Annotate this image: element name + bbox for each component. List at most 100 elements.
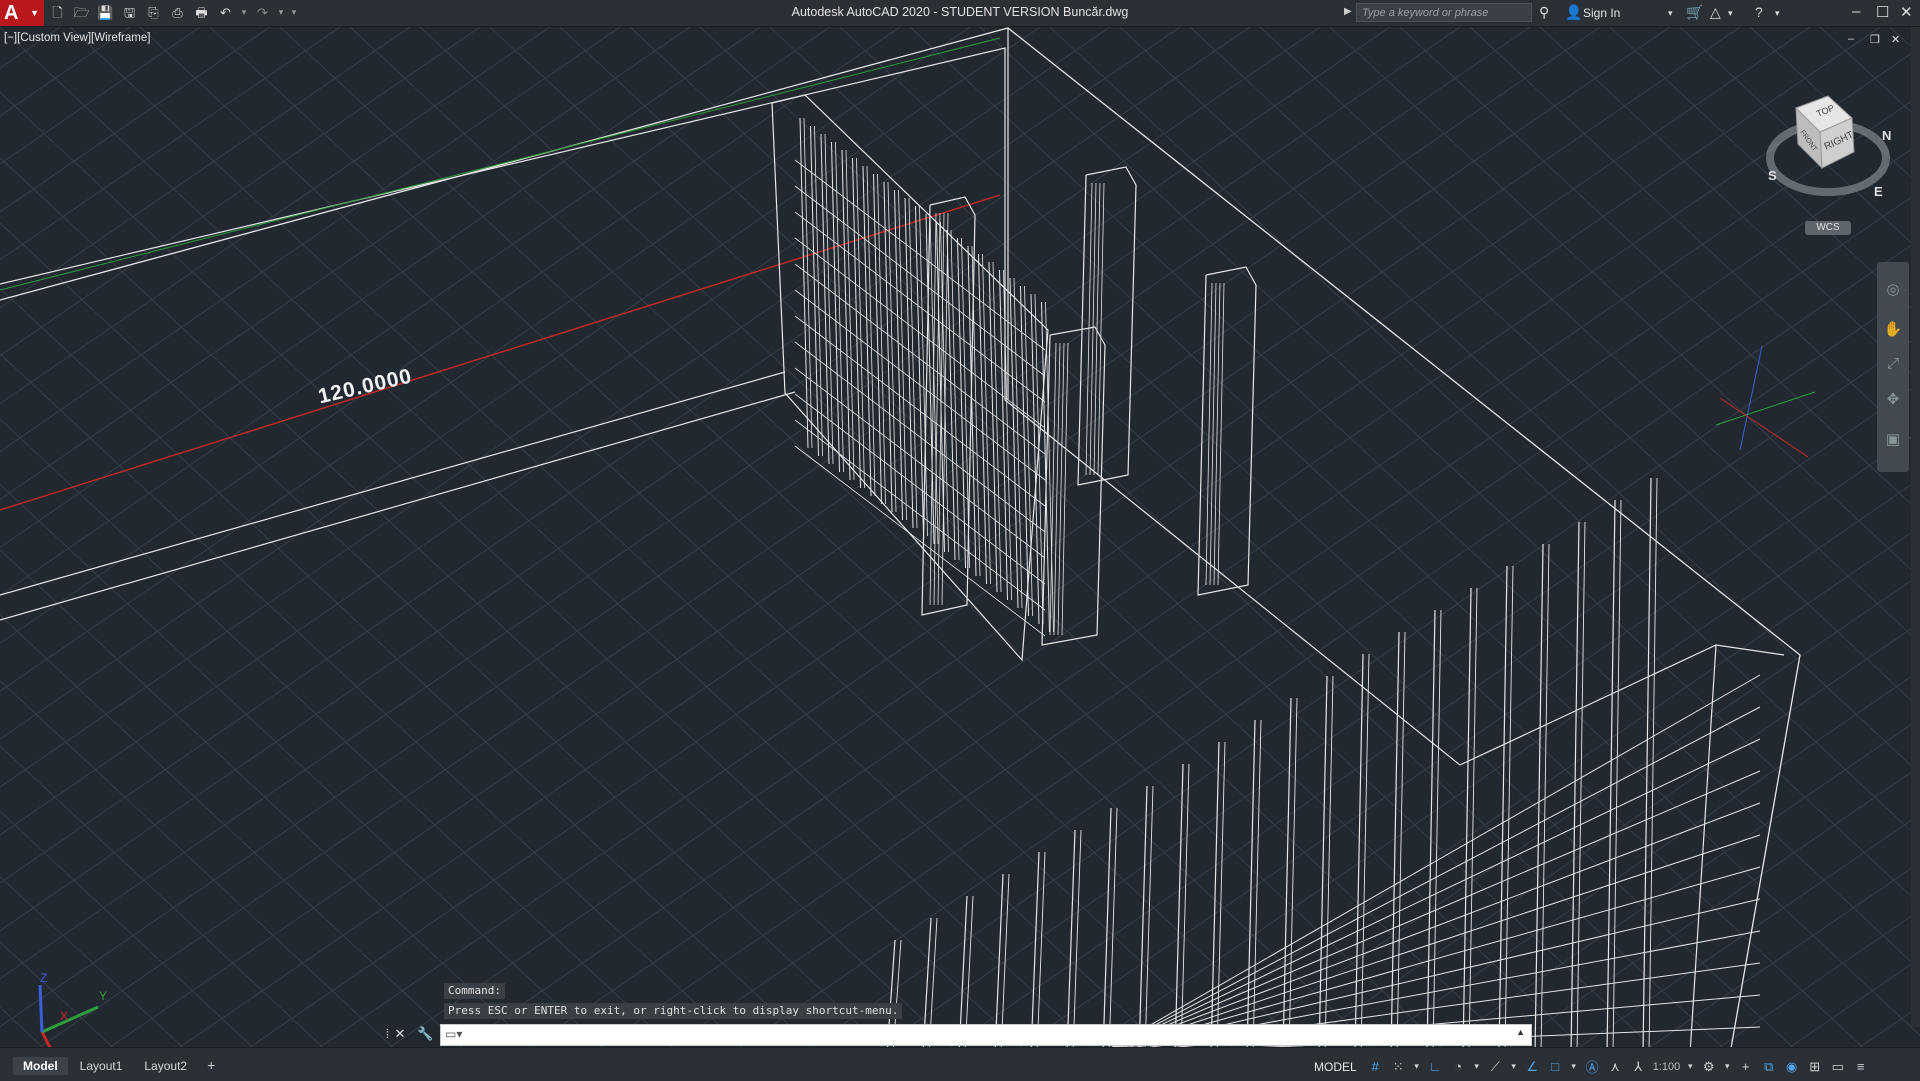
user-icon[interactable]: 👤 bbox=[1565, 4, 1582, 21]
grid-line bbox=[0, 27, 1461, 1028]
grid-line bbox=[0, 27, 761, 548]
search-expand-icon[interactable]: ▶ bbox=[1344, 6, 1352, 17]
help-icon[interactable]: ? bbox=[1755, 4, 1763, 20]
snap-icon[interactable]: ⁙ bbox=[1390, 1059, 1407, 1075]
command-history-chevron-icon[interactable]: ▲ bbox=[1516, 1027, 1525, 1037]
tab-model[interactable]: Model bbox=[13, 1057, 68, 1075]
workspace-dropdown-icon[interactable]: ▾ bbox=[1723, 1061, 1731, 1072]
tab-layout2[interactable]: Layout2 bbox=[134, 1057, 197, 1075]
a360-dropdown-icon[interactable]: ▾ bbox=[1728, 8, 1733, 19]
command-history-line-2: Press ESC or ENTER to exit, or right-cli… bbox=[444, 1003, 903, 1019]
grid-line bbox=[0, 27, 1041, 740]
polar-icon[interactable]: ◔ bbox=[1450, 1059, 1467, 1074]
model-space-canvas[interactable]: X Y Z bbox=[0, 27, 1920, 1054]
viewcube[interactable]: TOP RIGHT FRONT N E S bbox=[1760, 88, 1900, 208]
steering-wheel-icon[interactable]: ◎ bbox=[1883, 280, 1903, 300]
command-line-grip-icon[interactable]: ⦙ bbox=[386, 1026, 389, 1041]
customization-menu-icon[interactable]: ≡ bbox=[1852, 1059, 1869, 1074]
wcs-menu-button[interactable]: WCS bbox=[1805, 221, 1851, 235]
auto-scale-icon[interactable]: ⋏ bbox=[1607, 1059, 1624, 1075]
annotation-scale-value[interactable]: 1:100 bbox=[1653, 1061, 1681, 1073]
units-icon[interactable]: ⧉ bbox=[1760, 1059, 1777, 1075]
orbit-icon[interactable]: ✥ bbox=[1883, 390, 1903, 410]
grid-line bbox=[0, 27, 1321, 932]
viewport-controls-label[interactable]: [−][Custom View][Wireframe] bbox=[4, 32, 150, 44]
grid-line bbox=[0, 27, 1391, 980]
rebar-stirrup bbox=[794, 445, 1046, 637]
ucs-y-axis bbox=[41, 1005, 99, 1034]
grid-line bbox=[0, 27, 901, 644]
grid-line bbox=[0, 27, 481, 357]
compass-e-label[interactable]: E bbox=[1874, 184, 1883, 199]
grid-icon[interactable]: # bbox=[1367, 1059, 1384, 1074]
compass-n-label[interactable]: N bbox=[1882, 128, 1891, 143]
front-rebar-stirrup bbox=[1099, 802, 1761, 1054]
annotation-visibility-icon[interactable]: Ⓐ bbox=[1584, 1057, 1601, 1076]
viewport-minimize-icon[interactable]: – bbox=[1848, 33, 1854, 45]
ucs-x-label: X bbox=[60, 1009, 68, 1023]
grid-line bbox=[0, 27, 971, 692]
isolate-objects-icon[interactable]: ◉ bbox=[1783, 1059, 1800, 1075]
grid-line bbox=[659, 190, 1920, 1054]
grid-line bbox=[589, 142, 1920, 1054]
zoom-extents-icon[interactable]: ⤢ bbox=[1883, 354, 1903, 374]
viewport-close-icon[interactable]: ✕ bbox=[1891, 33, 1900, 46]
compass-s-label[interactable]: S bbox=[1768, 168, 1777, 183]
navigation-bar: ◎ ✋ ⤢ ✥ ▣ bbox=[1877, 262, 1909, 472]
object-snap-tracking-icon[interactable]: ∠ bbox=[1524, 1059, 1541, 1075]
ucs-z-axis bbox=[38, 984, 44, 1033]
title-bar: A ▼ 🗋 🗁 💾 🖫 ⎘ ⎙ 🖶 ↶ ▾ ↷ ▾ ▾ Autodesk Aut… bbox=[0, 0, 1920, 27]
command-prompt-icon[interactable]: ▭▾ bbox=[445, 1027, 462, 1041]
command-line-customize-icon[interactable]: 🔧 bbox=[417, 1026, 433, 1041]
isodraft-icon[interactable]: ⟋ bbox=[1487, 1059, 1504, 1075]
drawing-viewport[interactable]: X Y Z bbox=[0, 27, 1920, 1054]
pan-icon[interactable]: ✋ bbox=[1883, 320, 1903, 340]
close-icon[interactable]: ✕ bbox=[1900, 3, 1913, 21]
viewport-scrollbar[interactable] bbox=[1911, 27, 1920, 1027]
model-space-button[interactable]: MODEL bbox=[1314, 1060, 1357, 1074]
showmotion-icon[interactable]: ▣ bbox=[1883, 430, 1903, 450]
search-input[interactable]: Type a keyword or phrase bbox=[1356, 3, 1532, 22]
scale-dropdown-icon[interactable]: ▾ bbox=[1686, 1061, 1694, 1072]
minimize-icon[interactable]: – bbox=[1852, 3, 1860, 20]
front-rebar-stirrup bbox=[1099, 706, 1761, 1054]
add-layout-button[interactable]: + bbox=[199, 1057, 223, 1075]
polar-dropdown-icon[interactable]: ▾ bbox=[1473, 1061, 1481, 1072]
grid-line bbox=[0, 27, 341, 261]
hardware-acceleration-icon[interactable]: ⊞ bbox=[1806, 1059, 1823, 1075]
wall-edge bbox=[1459, 644, 1785, 766]
maximize-icon[interactable]: ☐ bbox=[1876, 3, 1889, 21]
command-line-tools: ⦙ ✕ 🔧 bbox=[386, 1026, 433, 1042]
ortho-icon[interactable]: ∟ bbox=[1427, 1059, 1444, 1074]
tab-layout1[interactable]: Layout1 bbox=[70, 1057, 133, 1075]
object-snap-icon[interactable]: □ bbox=[1547, 1059, 1564, 1074]
workspace-gear-icon[interactable]: ⚙ bbox=[1700, 1059, 1717, 1075]
front-rebar-stirrup bbox=[1099, 674, 1761, 1054]
object-snap-dropdown-icon[interactable]: ▾ bbox=[1570, 1061, 1578, 1072]
front-rebar-stirrup bbox=[1099, 770, 1761, 1054]
sign-in-button[interactable]: Sign In bbox=[1583, 6, 1620, 20]
autodesk-a360-icon[interactable]: △ bbox=[1710, 4, 1721, 21]
grid-line bbox=[0, 27, 1251, 884]
command-input[interactable]: ▭▾ ▲ bbox=[440, 1024, 1532, 1046]
snap-dropdown-icon[interactable]: ▾ bbox=[1413, 1061, 1421, 1072]
grid-line bbox=[0, 27, 411, 309]
window-title: Autodesk AutoCAD 2020 - STUDENT VERSION … bbox=[791, 5, 1129, 19]
binoculars-icon[interactable]: ⚲ bbox=[1539, 4, 1549, 21]
viewport-restore-icon[interactable]: ❐ bbox=[1870, 33, 1880, 46]
command-line-close-icon[interactable]: ✕ bbox=[395, 1026, 406, 1041]
cart-icon[interactable]: 🛒 bbox=[1686, 4, 1703, 21]
signin-dropdown-icon[interactable]: ▾ bbox=[1668, 8, 1673, 19]
help-dropdown-icon[interactable]: ▾ bbox=[1775, 8, 1780, 19]
cursor-x-line bbox=[1719, 397, 1809, 458]
isodraft-dropdown-icon[interactable]: ▾ bbox=[1510, 1061, 1518, 1072]
grid-line bbox=[0, 27, 621, 452]
clean-screen-icon[interactable]: ▭ bbox=[1829, 1059, 1846, 1075]
wall-base-edge bbox=[0, 391, 796, 621]
annotation-monitor-icon[interactable]: + bbox=[1737, 1059, 1754, 1074]
inner-wall-edge bbox=[0, 47, 1461, 766]
grid-line bbox=[0, 27, 1111, 788]
ucs-y-label: Y bbox=[99, 989, 107, 1003]
annotation-scale-icon[interactable]: ⅄ bbox=[1630, 1059, 1647, 1075]
status-toggles: MODEL # ⁙ ▾ ∟ ◔ ▾ ⟋ ▾ ∠ □ ▾ Ⓐ ⋏ ⅄ 1:100 … bbox=[1314, 1057, 1869, 1076]
